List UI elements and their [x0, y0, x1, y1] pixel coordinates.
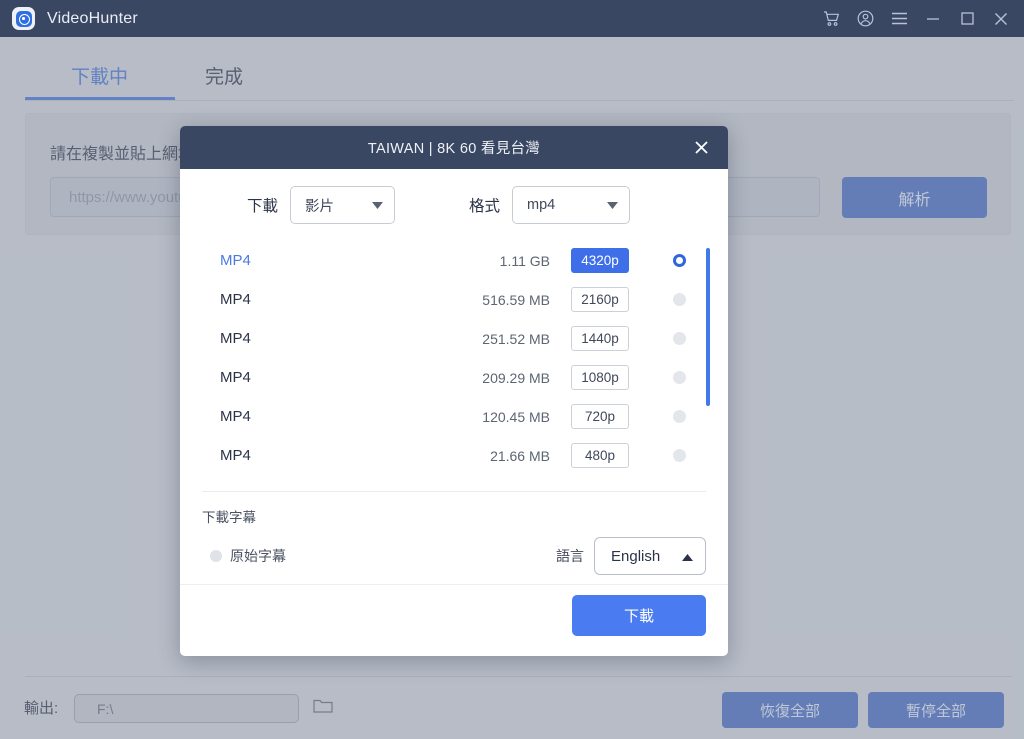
row-size: 516.59 MB — [482, 291, 550, 308]
row-radio-wrap — [650, 332, 708, 345]
minimize-icon[interactable] — [916, 0, 950, 37]
maximize-icon[interactable] — [950, 0, 984, 37]
resume-all-button[interactable]: 恢復全部 — [722, 692, 858, 728]
bottom-divider — [25, 676, 1012, 677]
row-radio[interactable] — [672, 293, 686, 306]
quality-list[interactable]: MP4 1.11 GB 4320p MP4 516.59 MB 2160p MP4 251.5… — [180, 241, 728, 491]
dialog-title: TAIWAN | 8K 60 看見台灣 — [367, 141, 541, 157]
row-format: MP4 — [220, 291, 251, 308]
output-path-input[interactable]: F:\ — [74, 694, 299, 723]
row-radio[interactable] — [672, 449, 686, 462]
dialog-footer: 下載 — [180, 584, 728, 655]
output-label: 輸出: — [24, 700, 59, 717]
language-label: 語言 — [556, 548, 584, 564]
download-type-value: 影片 — [305, 198, 335, 215]
row-radio-wrap — [650, 449, 708, 462]
pause-all-button[interactable]: 暫停全部 — [868, 692, 1004, 728]
row-quality-badge-wrap: 720p — [550, 404, 650, 429]
language-select[interactable]: English — [594, 537, 706, 575]
close-icon[interactable] — [984, 0, 1018, 37]
original-subtitle-label: 原始字幕 — [230, 548, 286, 564]
window-controls — [814, 0, 1024, 37]
quality-badge[interactable]: 1440p — [571, 326, 629, 351]
title-bar: VideoHunter — [0, 0, 1024, 37]
folder-icon[interactable] — [313, 698, 333, 719]
quality-badge[interactable]: 1080p — [571, 365, 629, 390]
menu-icon[interactable] — [882, 0, 916, 37]
table-row[interactable]: MP4 516.59 MB 2160p — [180, 280, 728, 319]
download-type-label: 下載 — [247, 198, 279, 215]
tab-completed[interactable]: 完成 — [205, 62, 243, 101]
chevron-up-icon — [682, 548, 693, 565]
row-size: 120.45 MB — [482, 408, 550, 425]
list-scrollbar-thumb[interactable] — [706, 248, 710, 406]
original-subtitle-radio[interactable] — [210, 550, 222, 562]
table-row[interactable]: MP4 251.52 MB 1440p — [180, 319, 728, 358]
table-row[interactable]: MP4 21.66 MB 480p — [180, 436, 728, 475]
format-select[interactable]: mp4 — [512, 186, 631, 224]
quality-badge[interactable]: 2160p — [571, 287, 629, 312]
row-radio-wrap — [650, 371, 708, 384]
table-row[interactable]: MP4 1.11 GB 4320p — [180, 241, 728, 280]
chevron-down-icon — [595, 201, 629, 209]
row-quality-badge-wrap: 2160p — [550, 287, 650, 312]
row-size: 251.52 MB — [482, 330, 550, 347]
language-value: English — [611, 547, 661, 565]
row-radio[interactable] — [672, 332, 686, 345]
close-icon[interactable] — [684, 126, 718, 169]
row-format: MP4 — [220, 330, 251, 347]
videohunter-logo-icon — [12, 7, 35, 30]
download-button[interactable]: 下載 — [572, 595, 706, 636]
download-type-select[interactable]: 影片 — [290, 186, 396, 224]
row-radio-wrap — [650, 293, 708, 306]
row-size: 209.29 MB — [482, 369, 550, 386]
row-quality-badge-wrap: 4320p — [550, 248, 650, 273]
row-quality-badge-wrap: 480p — [550, 443, 650, 468]
dialog-header: TAIWAN | 8K 60 看見台灣 — [180, 126, 728, 169]
row-radio[interactable] — [672, 410, 686, 423]
analyze-button[interactable]: 解析 — [842, 177, 987, 218]
row-size: 21.66 MB — [490, 447, 550, 464]
row-radio[interactable] — [672, 371, 686, 384]
tab-downloading[interactable]: 下載中 — [24, 62, 176, 101]
tab-divider — [25, 100, 1014, 101]
row-format: MP4 — [220, 408, 251, 425]
table-row[interactable]: MP4 120.45 MB 720p — [180, 397, 728, 436]
row-quality-badge-wrap: 1440p — [550, 326, 650, 351]
table-row[interactable]: MP4 209.29 MB 1080p — [180, 358, 728, 397]
row-format: MP4 — [220, 252, 251, 269]
chevron-down-icon — [360, 201, 394, 209]
quality-badge[interactable]: 720p — [571, 404, 629, 429]
format-label: 格式 — [469, 198, 501, 215]
tab-bar: 下載中 完成 — [0, 37, 1024, 101]
subtitle-section: 下載字幕 原始字幕 語言 English — [180, 492, 728, 584]
row-size: 1.11 GB — [499, 252, 550, 269]
account-icon[interactable] — [848, 0, 882, 37]
download-options-dialog: TAIWAN | 8K 60 看見台灣 下載 影片 格式 mp4 MP4 1.11… — [180, 126, 728, 656]
row-radio-wrap — [650, 254, 708, 267]
dialog-controls: 下載 影片 格式 mp4 — [180, 169, 728, 241]
app-title: VideoHunter — [47, 9, 138, 27]
quality-badge[interactable]: 4320p — [571, 248, 629, 273]
cart-icon[interactable] — [814, 0, 848, 37]
row-radio[interactable] — [672, 254, 686, 267]
row-format: MP4 — [220, 369, 251, 386]
subtitle-section-label: 下載字幕 — [202, 510, 256, 525]
quality-badge[interactable]: 480p — [571, 443, 629, 468]
format-value: mp4 — [527, 197, 556, 213]
row-quality-badge-wrap: 1080p — [550, 365, 650, 390]
row-radio-wrap — [650, 410, 708, 423]
url-instruction: 請在複製並貼上網址 — [50, 146, 195, 163]
row-format: MP4 — [220, 447, 251, 464]
